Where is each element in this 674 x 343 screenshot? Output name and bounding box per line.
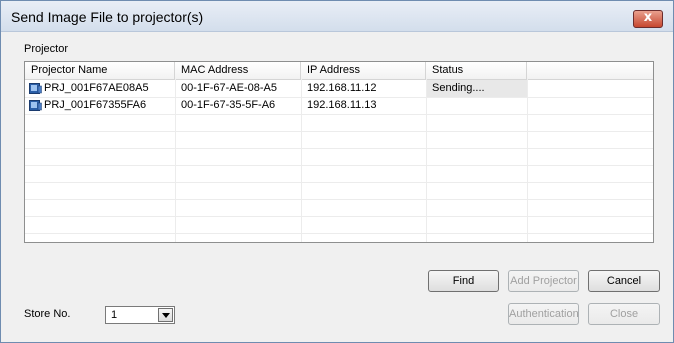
window-title: Send Image File to projector(s) <box>11 9 204 25</box>
add-projector-button[interactable]: Add Projector <box>508 270 579 292</box>
status-cell: Sending.... <box>427 80 527 97</box>
empty-row <box>25 216 653 234</box>
dropdown-button[interactable] <box>158 308 173 322</box>
empty-row <box>25 131 653 149</box>
chevron-down-icon <box>162 313 170 318</box>
column-header-status[interactable]: Status <box>426 62 527 79</box>
close-icon: x <box>643 10 653 25</box>
mac-address-cell: 00-1F-67-35-5F-A6 <box>181 99 276 111</box>
list-header: Projector Name MAC Address IP Address St… <box>25 62 653 80</box>
empty-row <box>25 114 653 132</box>
projector-icon <box>29 83 42 94</box>
empty-row <box>25 165 653 183</box>
store-number-label: Store No. <box>24 308 71 320</box>
find-button[interactable]: Find <box>428 270 499 292</box>
empty-row <box>25 182 653 200</box>
authentication-button[interactable]: Authentication <box>508 303 579 325</box>
store-number-value: 1 <box>111 309 118 321</box>
projector-name-cell: PRJ_001F67AE08A5 <box>44 82 149 94</box>
projector-icon <box>29 100 42 111</box>
ip-address-cell: 192.168.11.13 <box>307 99 377 111</box>
column-header-blank <box>527 62 653 79</box>
store-number-select[interactable]: 1 <box>105 306 175 324</box>
title-bar[interactable]: Send Image File to projector(s) x <box>1 1 673 32</box>
projector-group-label: Projector <box>24 43 69 55</box>
status-cell <box>432 97 527 114</box>
close-window-button[interactable]: x <box>633 10 663 28</box>
column-header-mac-address[interactable]: MAC Address <box>175 62 301 79</box>
projector-name-cell: PRJ_001F67355FA6 <box>44 99 147 111</box>
close-button[interactable]: Close <box>588 303 660 325</box>
ip-address-cell: 192.168.11.12 <box>307 82 377 94</box>
table-row[interactable]: PRJ_001F67355FA6 00-1F-67-35-5F-A6 192.1… <box>25 97 653 115</box>
table-row[interactable]: PRJ_001F67AE08A5 00-1F-67-AE-08-A5 192.1… <box>25 80 653 98</box>
send-image-dialog: Send Image File to projector(s) x Projec… <box>0 0 674 343</box>
column-header-ip-address[interactable]: IP Address <box>301 62 426 79</box>
empty-row <box>25 148 653 166</box>
column-header-projector-name[interactable]: Projector Name <box>25 62 175 79</box>
cancel-button[interactable]: Cancel <box>588 270 660 292</box>
projector-list[interactable]: Projector Name MAC Address IP Address St… <box>24 61 654 243</box>
mac-address-cell: 00-1F-67-AE-08-A5 <box>181 82 277 94</box>
empty-row <box>25 199 653 217</box>
